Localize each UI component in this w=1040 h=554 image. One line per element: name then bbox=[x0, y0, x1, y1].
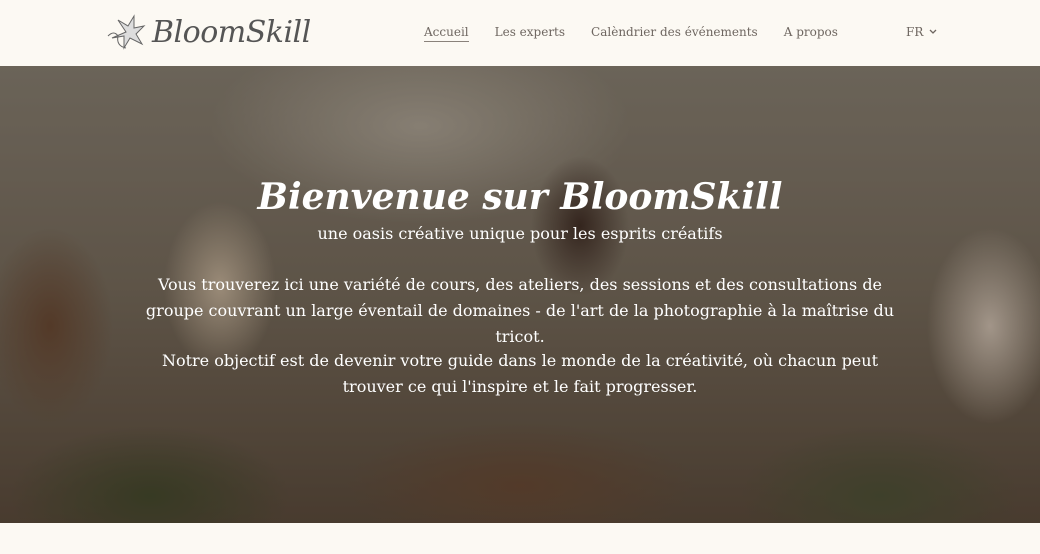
hero-subtitle: une oasis créative unique pour les espri… bbox=[317, 224, 723, 243]
main-nav: Accueil Les experts Calèndrier des événe… bbox=[424, 25, 838, 42]
nav-accueil[interactable]: Accueil bbox=[424, 25, 469, 42]
hero-section: Bienvenue sur BloomSkill une oasis créat… bbox=[0, 66, 1040, 523]
language-selector[interactable]: FR bbox=[906, 25, 937, 39]
logo-text: BloomSkill bbox=[152, 14, 311, 50]
nav-calendrier[interactable]: Calèndrier des événements bbox=[591, 25, 758, 42]
hero-title: Bienvenue sur BloomSkill bbox=[257, 176, 783, 218]
nav-a-propos[interactable]: A propos bbox=[784, 25, 838, 42]
nav-les-experts[interactable]: Les experts bbox=[495, 25, 565, 42]
flower-icon bbox=[107, 14, 146, 50]
chevron-down-icon bbox=[929, 29, 937, 34]
site-header: BloomSkill Accueil Les experts Calèndrie… bbox=[0, 0, 1040, 66]
logo[interactable]: BloomSkill bbox=[104, 12, 311, 52]
hero-paragraph-1: Vous trouverez ici une variété de cours,… bbox=[145, 275, 895, 346]
hero-paragraph-2: Notre objectif est de devenir votre guid… bbox=[161, 351, 879, 396]
language-label: FR bbox=[906, 25, 924, 39]
